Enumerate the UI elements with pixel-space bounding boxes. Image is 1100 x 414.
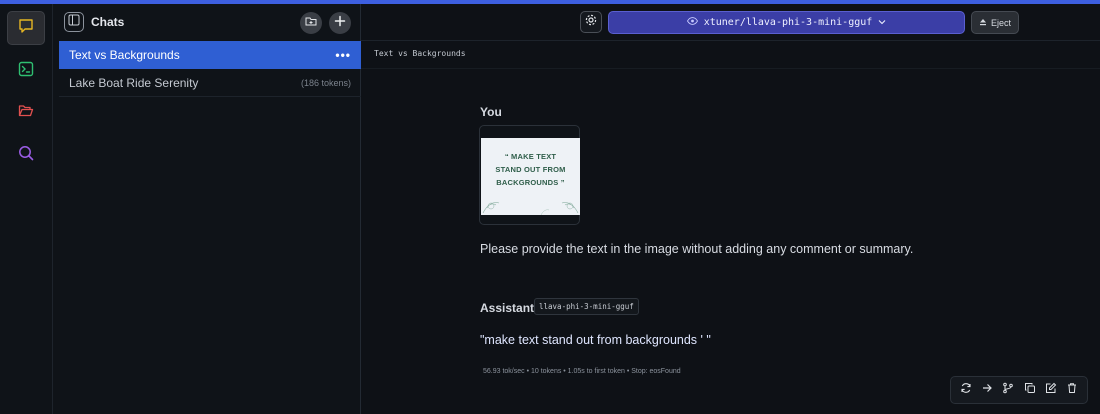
eject-label: Eject [990,17,1011,28]
sidebar-toggle-icon [68,13,80,31]
conversation-title: Text vs Backgrounds [374,49,466,58]
model-name: xtuner/llava-phi-3-mini-gguf [703,17,873,28]
trash-icon [1066,381,1078,399]
search-icon [17,144,35,167]
folder-icon [17,102,35,125]
delete-button[interactable] [1063,381,1081,399]
rail-search-button[interactable] [7,138,45,172]
arrow-right-icon [981,381,993,399]
chevron-down-icon [878,17,886,28]
chat-list-item-selected[interactable]: Text vs Backgrounds ••• [59,41,361,69]
chat-item-label: Text vs Backgrounds [69,48,180,62]
icon-rail [0,4,53,414]
attached-image: “ MAKE TEXT STAND OUT FROM BACKGROUNDS ” [481,138,580,215]
copy-icon [1024,381,1036,399]
user-message: Please provide the text in the image wit… [480,242,914,256]
sidebar-toggle-button[interactable] [64,12,84,32]
terminal-icon [17,60,35,83]
chat-icon [17,17,35,40]
refresh-icon [960,381,972,399]
message-action-bar [950,376,1088,404]
eye-icon [686,17,698,28]
chats-header: Chats [53,4,361,40]
user-role-label: You [480,105,502,119]
floral-decoration [482,202,579,215]
chats-title: Chats [91,15,125,29]
edit-button[interactable] [1042,381,1060,399]
new-chat-button[interactable] [329,12,351,34]
branch-icon [1002,381,1014,399]
gear-icon [584,13,598,32]
rail-folder-button[interactable] [7,96,45,130]
chat-list-item[interactable]: Lake Boat Ride Serenity (186 tokens) [59,69,361,97]
assistant-role-label: Assistant [480,301,535,315]
copy-button[interactable] [1021,381,1039,399]
regenerate-button[interactable] [957,381,975,399]
rail-chats-button[interactable] [7,11,45,45]
chat-item-token-count: (186 tokens) [300,77,351,88]
branch-button[interactable] [999,381,1017,399]
model-badge: llava-phi-3-mini-gguf [534,298,639,315]
new-folder-button[interactable] [300,12,322,34]
rail-terminal-button[interactable] [7,54,45,88]
chat-item-menu-icon[interactable]: ••• [335,48,351,62]
generation-stats: 56.93 tok/sec • 10 tokens • 1.05s to fir… [483,368,681,375]
eject-button[interactable]: Eject [971,11,1019,34]
settings-button[interactable] [580,11,602,33]
plus-icon [334,14,346,32]
eject-icon [979,18,987,28]
divider [361,68,1100,69]
main-toolbar: xtuner/llava-phi-3-mini-gguf Eject [361,4,1100,41]
main-panel: xtuner/llava-phi-3-mini-gguf Eject Text … [361,4,1100,414]
assistant-message: "make text stand out from backgrounds ' … [480,333,711,347]
folder-plus-icon [305,14,317,32]
chats-panel: Chats Text vs Backgrounds ••• Lake Boat … [53,4,361,414]
model-selector[interactable]: xtuner/llava-phi-3-mini-gguf [608,11,965,34]
attached-image-card[interactable]: “ MAKE TEXT STAND OUT FROM BACKGROUNDS ” [479,125,580,225]
edit-icon [1045,381,1057,399]
chat-item-label: Lake Boat Ride Serenity [69,75,199,90]
continue-button[interactable] [978,381,996,399]
